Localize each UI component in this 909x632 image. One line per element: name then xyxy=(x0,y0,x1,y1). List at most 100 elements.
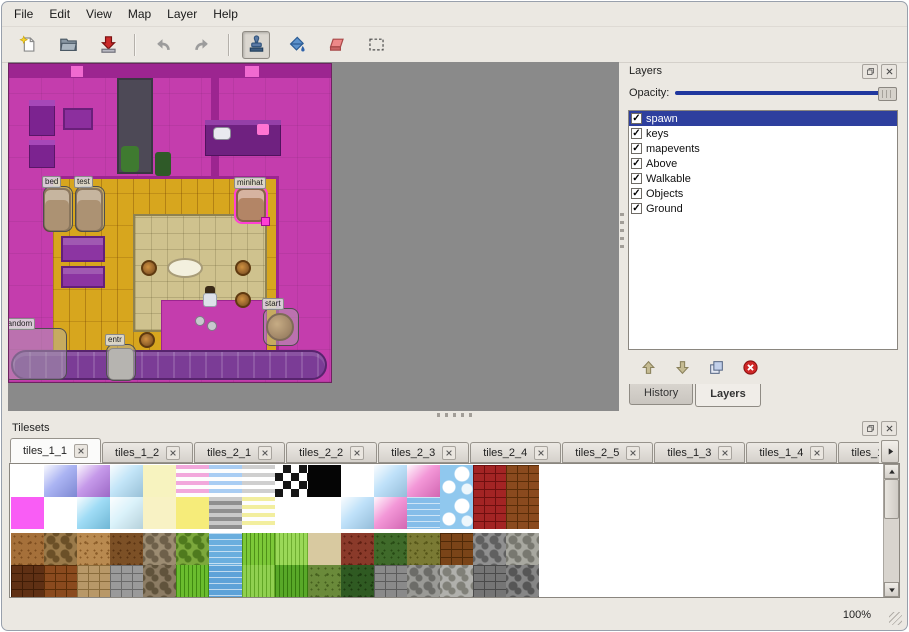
layer-visibility-checkbox[interactable]: ✓ xyxy=(631,158,642,169)
resize-grip[interactable] xyxy=(889,612,902,625)
tileset-tab-tiles_1_3[interactable]: tiles_1_3 xyxy=(654,442,745,463)
tileset-tile[interactable] xyxy=(506,497,539,529)
scrollbar-thumb[interactable] xyxy=(884,479,899,519)
dock-tab-history[interactable]: History xyxy=(629,384,693,405)
tileset-tab-tiles_1_5[interactable]: tiles_1_5 xyxy=(838,442,879,463)
tileset-tile[interactable] xyxy=(209,565,242,597)
raise-layer-button[interactable] xyxy=(637,356,659,378)
tileset-tile[interactable] xyxy=(44,565,77,597)
tileset-tile[interactable] xyxy=(473,565,506,597)
layer-visibility-checkbox[interactable]: ✓ xyxy=(631,188,642,199)
tileset-tile[interactable] xyxy=(143,465,176,497)
tileset-tile[interactable] xyxy=(77,465,110,497)
tileset-tile[interactable] xyxy=(407,533,440,565)
tileset-tile[interactable] xyxy=(209,497,242,529)
new-file-button[interactable] xyxy=(14,31,42,59)
opacity-slider[interactable] xyxy=(675,85,897,101)
tileset-tile[interactable] xyxy=(242,533,275,565)
layer-visibility-checkbox[interactable]: ✓ xyxy=(631,143,642,154)
tileset-tile[interactable] xyxy=(242,497,275,529)
layer-row-keys[interactable]: ✓keys xyxy=(629,126,897,141)
menu-layer[interactable]: Layer xyxy=(159,4,205,24)
float-panel-button[interactable] xyxy=(862,64,878,79)
tileset-scrollbar[interactable] xyxy=(883,464,899,597)
close-panel-button[interactable] xyxy=(881,421,897,436)
layer-visibility-checkbox[interactable]: ✓ xyxy=(631,203,642,214)
tileset-tile[interactable] xyxy=(176,565,209,597)
layer-visibility-checkbox[interactable]: ✓ xyxy=(631,128,642,139)
undo-button[interactable] xyxy=(148,31,176,59)
tileset-tile[interactable] xyxy=(407,565,440,597)
tileset-tile[interactable] xyxy=(440,565,473,597)
tileset-tile[interactable] xyxy=(407,497,440,529)
tileset-tab-tiles_1_1[interactable]: tiles_1_1 xyxy=(10,438,101,463)
lower-layer-button[interactable] xyxy=(671,356,693,378)
tileset-tile[interactable] xyxy=(11,465,44,497)
tab-close-icon[interactable] xyxy=(626,446,640,460)
tileset-tile[interactable] xyxy=(275,497,308,529)
redo-button[interactable] xyxy=(188,31,216,59)
tileset-tile[interactable] xyxy=(176,497,209,529)
scrollbar-track[interactable] xyxy=(884,479,899,582)
tab-close-icon[interactable] xyxy=(74,444,88,458)
duplicate-layer-button[interactable] xyxy=(705,356,727,378)
tileset-tab-tiles_1_2[interactable]: tiles_1_2 xyxy=(102,442,193,463)
map-object-test[interactable]: test xyxy=(75,186,105,232)
tileset-tile[interactable] xyxy=(242,465,275,497)
map-object-random[interactable]: random xyxy=(9,328,67,380)
save-file-button[interactable] xyxy=(94,31,122,59)
open-file-button[interactable] xyxy=(54,31,82,59)
menu-view[interactable]: View xyxy=(78,4,120,24)
tileset-tile[interactable] xyxy=(77,565,110,597)
tab-close-icon[interactable] xyxy=(534,446,548,460)
tileset-tile[interactable] xyxy=(473,533,506,565)
tileset-tile[interactable] xyxy=(341,533,374,565)
tileset-tile[interactable] xyxy=(341,565,374,597)
tab-close-icon[interactable] xyxy=(810,446,824,460)
tileset-tile[interactable] xyxy=(506,465,539,497)
tileset-tile[interactable] xyxy=(308,465,341,497)
tileset-tile[interactable] xyxy=(77,533,110,565)
tileset-tile[interactable] xyxy=(308,565,341,597)
tileset-tile[interactable] xyxy=(77,497,110,529)
scroll-up-button[interactable] xyxy=(884,464,899,479)
tileset-tile[interactable] xyxy=(44,497,77,529)
tileset-view[interactable] xyxy=(9,463,900,598)
map-object-entr[interactable]: entr xyxy=(106,344,136,381)
tileset-tile[interactable] xyxy=(143,565,176,597)
map-object-start[interactable]: start xyxy=(263,308,299,346)
bucket-fill-tool-button[interactable] xyxy=(282,31,310,59)
tileset-tile[interactable] xyxy=(308,533,341,565)
tileset-tile[interactable] xyxy=(110,465,143,497)
tab-scroll-right-button[interactable] xyxy=(881,440,899,463)
tileset-tile[interactable] xyxy=(11,533,44,565)
map-canvas[interactable]: bedtestminihatstartrandomentr xyxy=(9,64,331,382)
tileset-tile[interactable] xyxy=(209,465,242,497)
slider-handle[interactable] xyxy=(878,87,897,101)
layer-row-Walkable[interactable]: ✓Walkable xyxy=(629,171,897,186)
horizontal-splitter[interactable] xyxy=(8,411,901,419)
tileset-tile[interactable] xyxy=(143,497,176,529)
tab-close-icon[interactable] xyxy=(442,446,456,460)
tileset-tab-tiles_2_3[interactable]: tiles_2_3 xyxy=(378,442,469,463)
tileset-tile[interactable] xyxy=(308,497,341,529)
layer-visibility-checkbox[interactable]: ✓ xyxy=(631,173,642,184)
tileset-tab-tiles_1_4[interactable]: tiles_1_4 xyxy=(746,442,837,463)
map-view[interactable]: bedtestminihatstartrandomentr xyxy=(8,62,619,411)
tileset-tile[interactable] xyxy=(242,565,275,597)
tileset-tab-tiles_2_5[interactable]: tiles_2_5 xyxy=(562,442,653,463)
layer-row-Above[interactable]: ✓Above xyxy=(629,156,897,171)
menu-file[interactable]: File xyxy=(6,4,41,24)
tileset-tile[interactable] xyxy=(341,497,374,529)
map-object-minihat[interactable]: minihat xyxy=(234,186,268,224)
tileset-tile[interactable] xyxy=(506,565,539,597)
tileset-tab-tiles_2_1[interactable]: tiles_2_1 xyxy=(194,442,285,463)
tileset-tab-tiles_2_4[interactable]: tiles_2_4 xyxy=(470,442,561,463)
scroll-down-button[interactable] xyxy=(884,582,899,597)
tileset-tile[interactable] xyxy=(407,465,440,497)
tileset-tile[interactable] xyxy=(374,497,407,529)
tileset-tile[interactable] xyxy=(473,497,506,529)
menu-map[interactable]: Map xyxy=(120,4,159,24)
tab-close-icon[interactable] xyxy=(350,446,364,460)
tileset-tile[interactable] xyxy=(440,465,473,497)
